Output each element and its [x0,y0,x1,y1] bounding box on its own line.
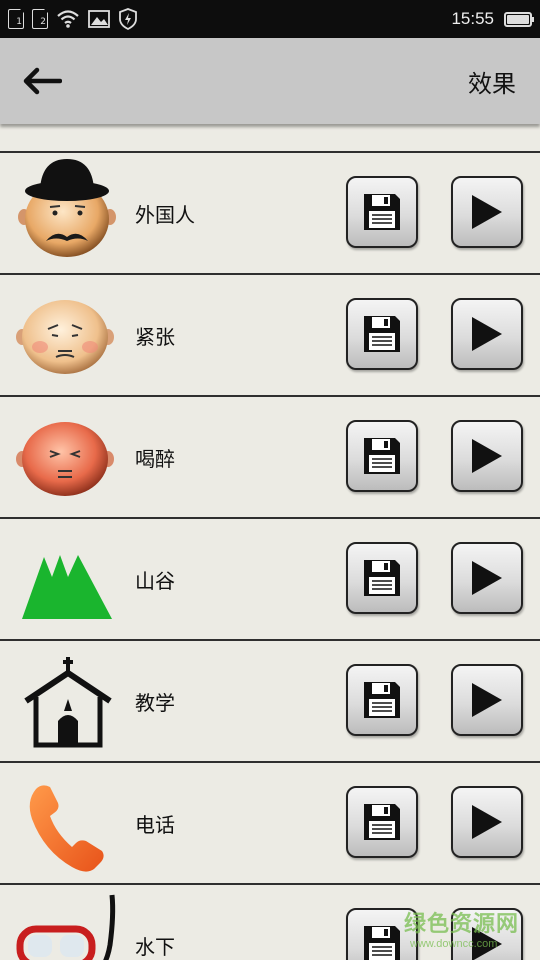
play-icon [472,439,502,473]
row-label: 喝醉 [135,446,175,471]
sim1-icon: 1 [8,8,25,29]
arrow-left-icon [23,67,62,95]
play-icon [472,195,502,229]
shield-icon [119,8,137,30]
battery-fill [507,14,529,24]
wifi-icon [57,10,79,28]
save-button[interactable] [346,420,418,492]
play-icon [472,561,502,595]
play-button[interactable] [451,664,523,736]
row-label: 紧张 [135,324,175,349]
play-icon [472,317,502,351]
diving-mask-icon [0,885,130,960]
row-label: 电话 [135,812,175,837]
play-button[interactable] [451,176,523,248]
page-title: 效果 [468,69,516,98]
floppy-disk-icon [364,438,400,474]
list-item[interactable]: 外国人 [0,151,540,273]
row-label: 水下 [135,934,175,959]
play-button[interactable] [451,298,523,370]
effect-list: 外国人 紧张 喝醉 山谷 教学 电话 水下 [0,151,540,960]
play-button[interactable] [451,542,523,614]
save-button[interactable] [346,176,418,248]
back-button[interactable] [0,38,84,124]
floppy-disk-icon [364,926,400,960]
valley-mountains-icon [0,519,130,639]
floppy-disk-icon [364,682,400,718]
play-button[interactable] [451,786,523,858]
floppy-disk-icon [364,560,400,596]
toolbar: 效果 [0,38,540,124]
floppy-disk-icon [364,316,400,352]
save-button[interactable] [346,908,418,960]
telephone-icon [0,763,130,883]
list-item[interactable]: 紧张 [0,273,540,395]
church-icon [0,641,130,761]
list-item[interactable]: 水下 [0,883,540,960]
sim2-label: 2 [40,17,46,27]
floppy-disk-icon [364,194,400,230]
list-item[interactable]: 电话 [0,761,540,883]
save-button[interactable] [346,664,418,736]
play-icon [472,805,502,839]
play-button[interactable] [451,908,523,960]
play-icon [472,683,502,717]
clock: 15:55 [451,9,494,28]
save-button[interactable] [346,542,418,614]
play-icon [472,927,502,960]
nervous-face-icon [0,275,130,395]
list-item[interactable]: 山谷 [0,517,540,639]
row-label: 教学 [135,690,175,715]
foreigner-face-icon [0,153,130,273]
sim1-label: 1 [16,17,22,27]
row-label: 外国人 [135,202,195,227]
floppy-disk-icon [364,804,400,840]
row-label: 山谷 [135,568,175,593]
drunk-face-icon [0,397,130,517]
save-button[interactable] [346,298,418,370]
save-button[interactable] [346,786,418,858]
sim2-icon: 2 [32,8,49,29]
status-bar: 1 2 15:55 [0,0,540,38]
play-button[interactable] [451,420,523,492]
battery-icon [504,11,534,27]
gallery-notification-icon [88,10,110,28]
list-item[interactable]: 喝醉 [0,395,540,517]
list-item[interactable]: 教学 [0,639,540,761]
